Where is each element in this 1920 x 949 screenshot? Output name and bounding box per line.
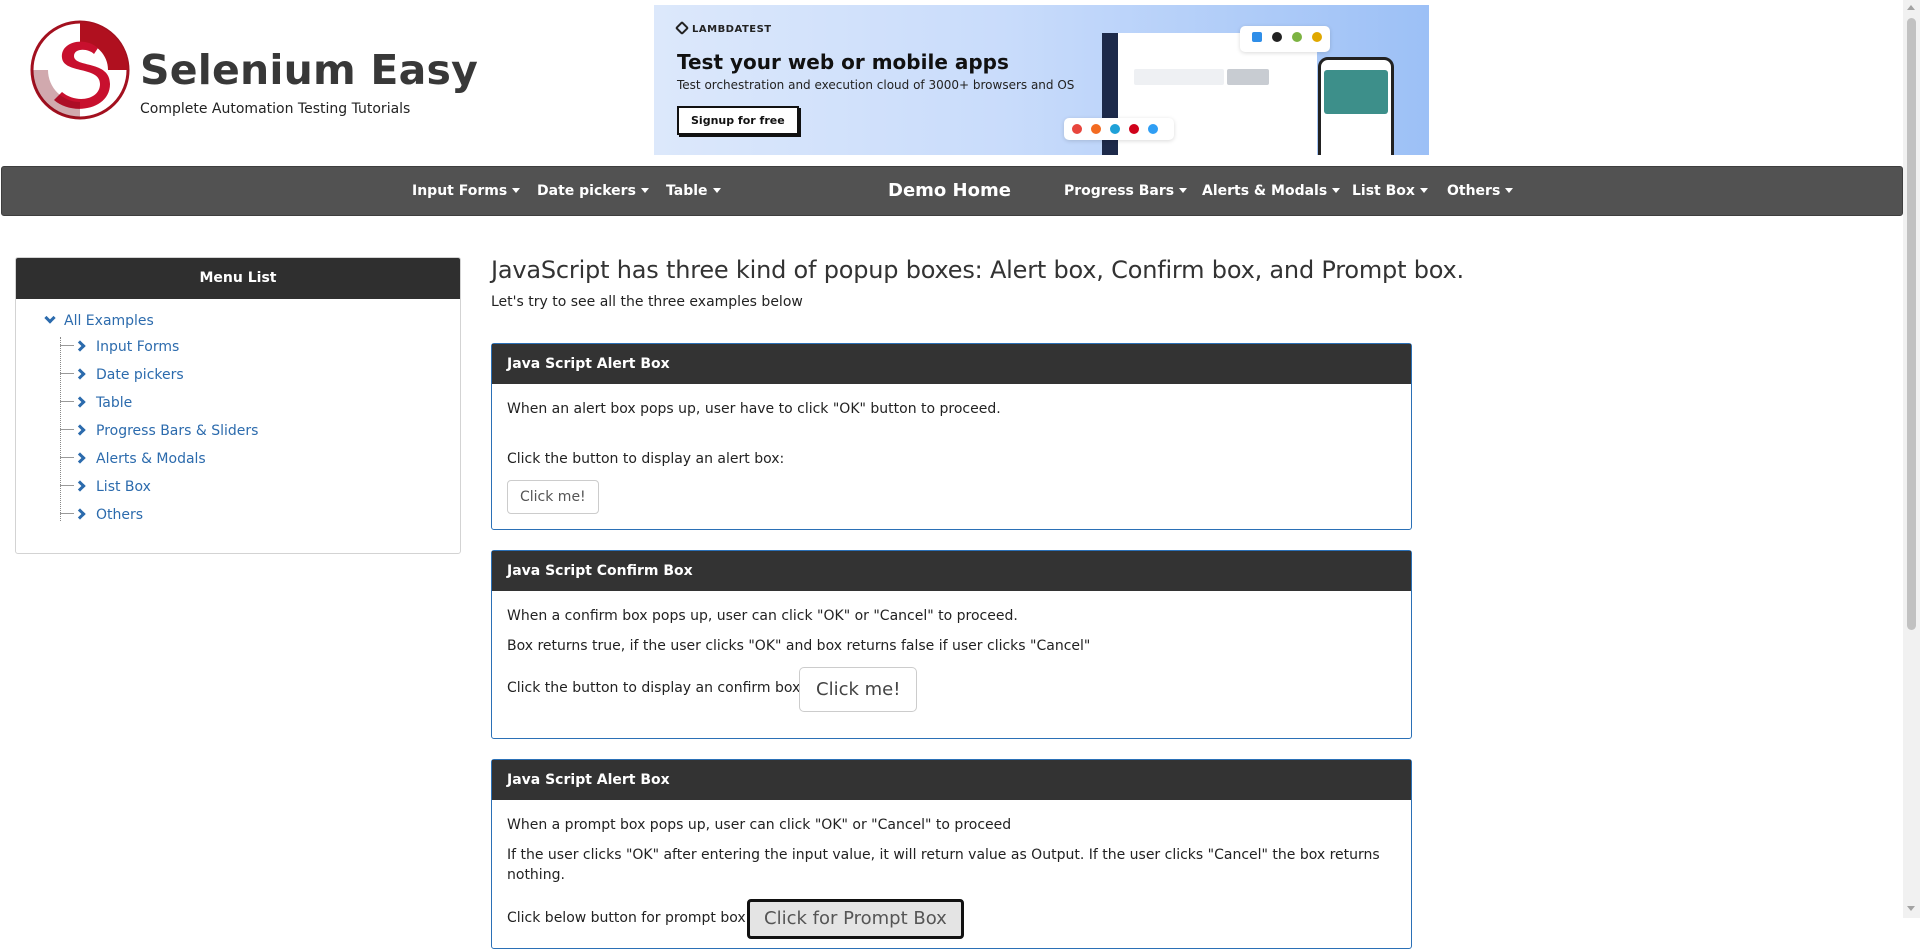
- menu-list-title: Menu List: [16, 258, 460, 299]
- page-scrollbar[interactable]: [1903, 0, 1920, 918]
- lambdatest-logo-icon: [674, 20, 690, 36]
- ad-description: Test orchestration and execution cloud o…: [677, 78, 1075, 92]
- alert-box-panel: Java Script Alert Box When an alert box …: [491, 343, 1412, 530]
- prompt-instruction: Click below button for prompt box: [507, 910, 746, 926]
- ad-url-field-illustration: [1134, 69, 1224, 85]
- panel-heading: Java Script Alert Box: [492, 344, 1411, 384]
- nav-table[interactable]: Table: [666, 167, 721, 215]
- selenium-logo-icon: [30, 20, 130, 120]
- tree-root-all-examples[interactable]: All Examples: [44, 311, 154, 331]
- caret-down-icon: [1419, 188, 1428, 193]
- brand-title: Selenium Easy: [140, 46, 479, 94]
- tree-item-others[interactable]: Others: [60, 505, 143, 525]
- nav-others[interactable]: Others: [1447, 167, 1514, 215]
- tree-item-alerts-modals[interactable]: Alerts & Modals: [60, 449, 206, 469]
- brand-subtitle: Complete Automation Testing Tutorials: [140, 101, 411, 117]
- chevron-down-icon: [44, 312, 56, 324]
- confirm-box-panel: Java Script Confirm Box When a confirm b…: [491, 550, 1412, 739]
- firefox-icon: [1091, 124, 1101, 134]
- android-icon: [1292, 32, 1302, 42]
- ad-brand: LAMBDATEST: [674, 20, 772, 36]
- linux-icon: [1312, 32, 1322, 42]
- prompt-button[interactable]: Click for Prompt Box: [747, 899, 964, 939]
- panel-heading: Java Script Confirm Box: [492, 551, 1411, 591]
- chevron-right-icon: [74, 424, 86, 436]
- chevron-right-icon: [74, 480, 86, 492]
- nav-demo-home[interactable]: Demo Home: [888, 167, 1011, 215]
- edge-icon: [1110, 124, 1120, 134]
- windows-icon: [1252, 32, 1262, 42]
- caret-down-icon: [512, 188, 521, 193]
- scroll-up-arrow-icon[interactable]: [1907, 5, 1915, 10]
- ad-os-icons: [1240, 26, 1330, 52]
- ad-browser-icons: [1064, 118, 1174, 140]
- confirm-click-me-button[interactable]: Click me!: [799, 667, 918, 712]
- site-logo[interactable]: [28, 18, 132, 122]
- tree-item-table[interactable]: Table: [60, 393, 132, 413]
- ad-phone-image: [1324, 70, 1388, 114]
- prompt-box-panel: Java Script Alert Box When a prompt box …: [491, 759, 1412, 949]
- tree-item-list-box[interactable]: List Box: [60, 477, 151, 497]
- panel-heading: Java Script Alert Box: [492, 760, 1411, 800]
- safari-icon: [1148, 124, 1158, 134]
- chevron-right-icon: [74, 396, 86, 408]
- ad-title: Test your web or mobile apps: [677, 50, 1009, 74]
- tree-item-input-forms[interactable]: Input Forms: [60, 337, 179, 357]
- caret-down-icon: [712, 188, 721, 193]
- prompt-description: When a prompt box pops up, user can clic…: [507, 817, 1012, 833]
- chevron-right-icon: [74, 452, 86, 464]
- lambdatest-ad-banner[interactable]: LAMBDATEST Test your web or mobile apps …: [654, 5, 1429, 155]
- scroll-down-arrow-icon[interactable]: [1907, 906, 1915, 911]
- tree-item-date-pickers[interactable]: Date pickers: [60, 365, 184, 385]
- caret-down-icon: [640, 188, 649, 193]
- alert-instruction: Click the button to display an alert box…: [507, 451, 785, 467]
- menu-list-sidebar: Menu List All Examples Input Forms Date …: [15, 257, 461, 554]
- chevron-right-icon: [74, 340, 86, 352]
- caret-down-icon: [1505, 188, 1514, 193]
- nav-progress-bars[interactable]: Progress Bars: [1064, 167, 1188, 215]
- nav-alerts-modals[interactable]: Alerts & Modals: [1202, 167, 1341, 215]
- prompt-return-note: If the user clicks "OK" after entering t…: [507, 847, 1380, 883]
- scrollbar-thumb[interactable]: [1907, 18, 1916, 630]
- tree-item-progress-bars-sliders[interactable]: Progress Bars & Sliders: [60, 421, 258, 441]
- top-navbar: Input Forms Date pickers Table Demo Home…: [1, 166, 1903, 216]
- confirm-description: When a confirm box pops up, user can cli…: [507, 608, 1018, 624]
- chevron-right-icon: [74, 508, 86, 520]
- caret-down-icon: [1332, 188, 1341, 193]
- caret-down-icon: [1179, 188, 1188, 193]
- alert-description: When an alert box pops up, user have to …: [507, 401, 1001, 417]
- apple-icon: [1272, 32, 1282, 42]
- opera-icon: [1129, 124, 1139, 134]
- ad-start-illustration: [1227, 69, 1269, 85]
- page-title: JavaScript has three kind of popup boxes…: [491, 256, 1464, 284]
- page-subtitle: Let's try to see all the three examples …: [491, 294, 803, 310]
- confirm-return-note: Box returns true, if the user clicks "OK…: [507, 638, 1091, 654]
- nav-input-forms[interactable]: Input Forms: [412, 167, 521, 215]
- chrome-icon: [1072, 124, 1082, 134]
- ad-signup-button[interactable]: Signup for free: [677, 106, 799, 135]
- confirm-instruction: Click the button to display an confirm b…: [507, 680, 806, 696]
- chevron-right-icon: [74, 368, 86, 380]
- alert-click-me-button[interactable]: Click me!: [507, 480, 599, 514]
- nav-list-box[interactable]: List Box: [1352, 167, 1428, 215]
- nav-date-pickers[interactable]: Date pickers: [537, 167, 649, 215]
